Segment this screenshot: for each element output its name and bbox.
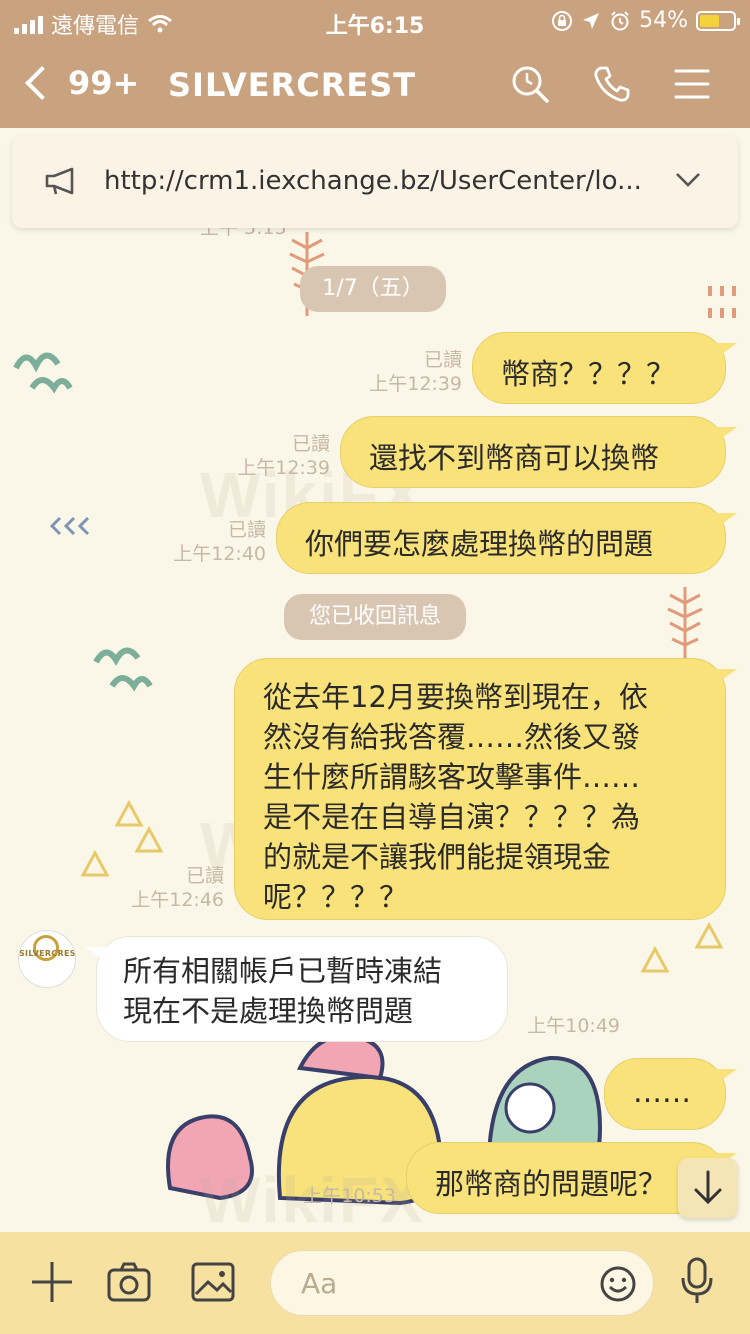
message-time: 上午12:46: [131, 889, 224, 911]
battery-icon: [696, 10, 740, 31]
back-button[interactable]: 99+: [25, 64, 140, 102]
read-receipt: 已讀: [185, 865, 224, 887]
message-bubble-me[interactable]: 還找不到幣商可以換幣: [340, 416, 737, 488]
message-time: 上午12:39: [237, 457, 330, 479]
microphone-icon[interactable]: [678, 1256, 716, 1306]
triangle-icon: [114, 800, 144, 827]
top-bar: 遠傳電信 上午6:15 54% 99+ SILVERCREST: [0, 0, 750, 128]
pinned-text: http://crm1.iexchange.bz/UserCenter/lo..…: [104, 166, 642, 196]
image-icon[interactable]: [190, 1260, 236, 1304]
arrow-down-icon: [694, 1170, 722, 1205]
message-text: 還找不到幣商可以換幣: [369, 441, 660, 475]
faded-timestamp: 上午 5:15: [200, 228, 287, 239]
message-time: 上午10:53: [303, 1185, 396, 1207]
message-text: 你們要怎麼處理換幣的問題: [305, 527, 654, 561]
status-bar: 遠傳電信 上午6:15 54%: [0, 0, 750, 42]
date-separator: 1/7（五）: [300, 266, 446, 312]
message-meta: 已讀 上午12:40: [136, 518, 266, 566]
message-input[interactable]: Aa: [270, 1250, 654, 1316]
chevron-left-icon: [25, 66, 59, 100]
leaf-icon: [13, 352, 73, 394]
triangle-icon: [694, 922, 724, 949]
leaf-icon: [93, 647, 153, 692]
recall-notice: 您已收回訊息: [284, 594, 466, 640]
nav-bar: 99+ SILVERCREST: [0, 52, 750, 118]
message-text: 所有相關帳戶已暫時凍結 現在不是處理換幣問題: [123, 954, 443, 1028]
message-meta: 已讀 上午12:46: [94, 864, 224, 912]
message-text: 那幣商的問題呢？: [435, 1167, 668, 1201]
chevron-down-icon[interactable]: [674, 170, 702, 190]
avatar[interactable]: SILVERCREST: [18, 930, 76, 988]
status-right: 54%: [551, 8, 740, 33]
triangle-icon: [640, 946, 670, 973]
stripes-icon: [708, 286, 736, 318]
message-meta: 已讀 上午12:39: [330, 348, 462, 396]
menu-icon[interactable]: [674, 67, 710, 101]
message-bubble-me[interactable]: 你們要怎麼處理換幣的問題: [276, 502, 737, 574]
message-text: 從去年12月要換幣到現在，依 然沒有給我答覆……然後又發 生什麼所謂駭客攻擊事件…: [263, 680, 648, 914]
avatar-logo-text: SILVERCREST: [19, 949, 76, 958]
phone-icon[interactable]: [592, 64, 632, 104]
location-icon: [583, 12, 600, 29]
chat-area[interactable]: WikiFX WikiFX WikiFX WikiFX 上午 5:15 1/7（…: [0, 228, 750, 1232]
message-time: 上午12:40: [173, 543, 266, 565]
message-text: ……: [633, 1075, 691, 1109]
pinned-announcement[interactable]: http://crm1.iexchange.bz/UserCenter/lo..…: [12, 136, 738, 228]
emoji-icon[interactable]: [599, 1265, 637, 1303]
message-bubble-me[interactable]: 從去年12月要換幣到現在，依 然沒有給我答覆……然後又發 生什麼所謂駭客攻擊事件…: [234, 658, 737, 920]
message-bubble-me[interactable]: ……: [604, 1058, 737, 1130]
message-text: 幣商？？？？: [501, 357, 676, 391]
arrows-icon: [49, 516, 90, 536]
message-bubble-me[interactable]: 幣商？？？？: [472, 332, 737, 404]
input-bar: Aa: [0, 1232, 750, 1334]
chat-title: SILVERCREST: [168, 66, 417, 104]
message-bubble-other[interactable]: 所有相關帳戶已暫時凍結 現在不是處理換幣問題: [85, 936, 508, 1042]
megaphone-icon: [45, 167, 74, 195]
message-time: 上午10:49: [527, 1015, 620, 1037]
unread-count: 99+: [68, 64, 140, 102]
search-icon[interactable]: [510, 64, 550, 104]
scroll-to-bottom-button[interactable]: [678, 1158, 738, 1218]
message-time: 上午12:39: [369, 373, 462, 395]
camera-icon[interactable]: [106, 1260, 152, 1304]
header-actions: [510, 64, 710, 104]
alarm-icon: [611, 10, 629, 30]
battery-percent: 54%: [639, 8, 688, 33]
read-receipt: 已讀: [227, 519, 266, 541]
triangle-icon: [134, 826, 164, 853]
read-receipt: 已讀: [423, 349, 462, 371]
input-placeholder: Aa: [301, 1267, 338, 1300]
plus-icon[interactable]: [30, 1260, 74, 1304]
message-meta: 已讀 上午12:39: [200, 432, 330, 480]
orientation-lock-icon: [552, 10, 573, 31]
read-receipt: 已讀: [291, 433, 330, 455]
